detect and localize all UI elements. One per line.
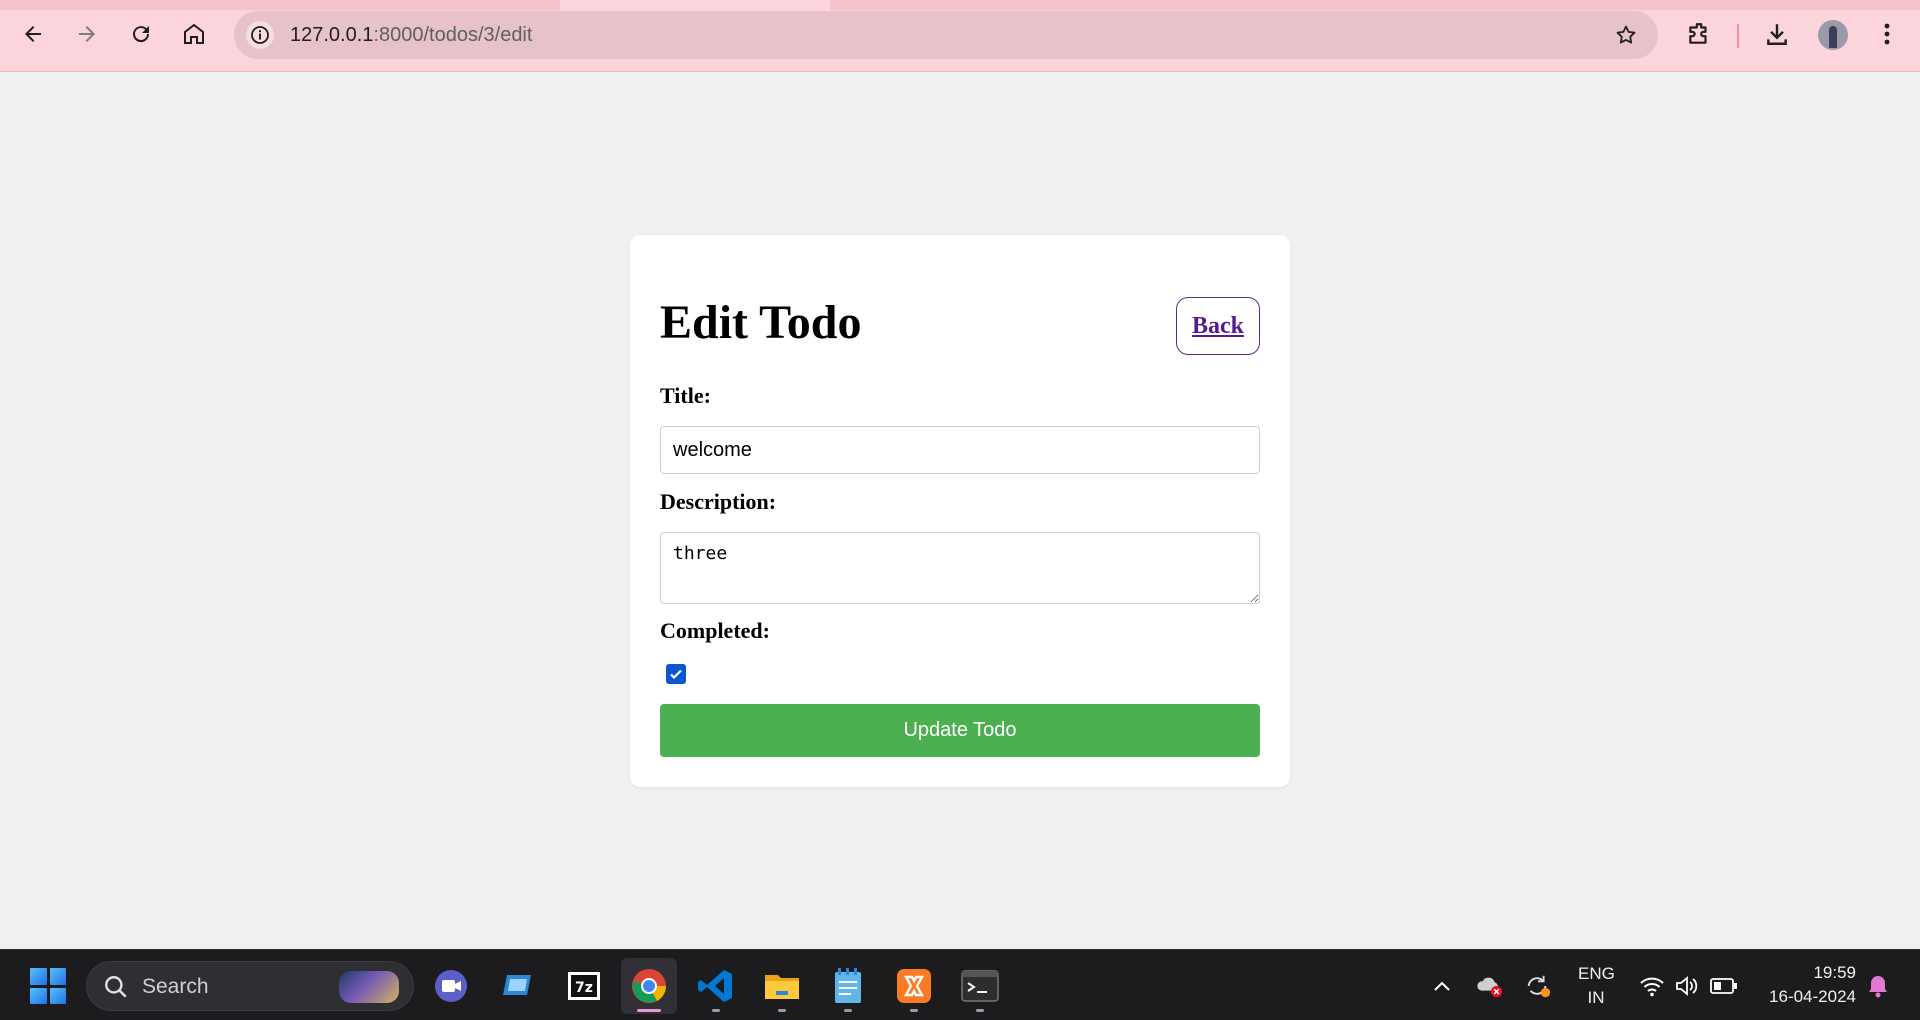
- site-info-icon[interactable]: [246, 21, 274, 49]
- completed-label: Completed:: [660, 618, 770, 643]
- terminal-icon[interactable]: [952, 958, 1008, 1014]
- 7zip-icon[interactable]: 7z: [556, 958, 612, 1014]
- url-host: 127.0.0.1: [290, 24, 374, 46]
- title-input[interactable]: [660, 426, 1260, 474]
- active-tab[interactable]: [560, 0, 830, 10]
- tab-strip: [0, 0, 1920, 10]
- language-region[interactable]: IN: [1578, 988, 1614, 1008]
- profile-avatar[interactable]: [1818, 20, 1848, 50]
- title-label: Title:: [660, 383, 711, 408]
- vscode-icon[interactable]: [688, 958, 744, 1014]
- chrome-icon[interactable]: [621, 958, 677, 1014]
- file-explorer-icon[interactable]: [754, 958, 810, 1014]
- bookmark-star-icon[interactable]: [1614, 23, 1638, 47]
- reload-icon[interactable]: [124, 17, 158, 51]
- xampp-icon[interactable]: [886, 958, 942, 1014]
- browser-toolbar: 127.0.0.1:8000/todos/3/edit: [0, 0, 1920, 72]
- teams-icon[interactable]: [423, 958, 479, 1014]
- url-text[interactable]: 127.0.0.1:8000/todos/3/edit: [290, 24, 532, 47]
- windows-start-icon[interactable]: [30, 968, 66, 1004]
- description-label: Description:: [660, 489, 777, 514]
- description-textarea[interactable]: three: [660, 532, 1260, 604]
- search-highlight-image: [339, 971, 399, 1003]
- sync-icon[interactable]: [1524, 972, 1552, 1000]
- update-todo-button[interactable]: Update Todo: [660, 704, 1260, 757]
- toolbar-divider: [1737, 24, 1739, 48]
- battery-icon[interactable]: [1710, 972, 1738, 1000]
- search-icon: [105, 976, 127, 998]
- svg-text:7z: 7z: [575, 980, 593, 996]
- page-title: Edit Todo: [660, 296, 862, 349]
- url-path: :8000/todos/3/edit: [373, 24, 533, 46]
- chevron-up-icon[interactable]: [1428, 972, 1456, 1000]
- kebab-menu-icon[interactable]: [1872, 19, 1902, 49]
- windows-taskbar: Search 7z ENG IN 19:59 16-04-2024: [0, 949, 1920, 1020]
- onedrive-error-icon[interactable]: [1476, 972, 1504, 1000]
- forward-arrow-icon[interactable]: [70, 17, 104, 51]
- notification-bell-icon[interactable]: [1864, 972, 1892, 1000]
- extensions-icon[interactable]: [1684, 19, 1714, 49]
- download-icon[interactable]: [1762, 19, 1792, 49]
- taskbar-search[interactable]: Search: [86, 961, 414, 1011]
- edit-todo-card: Edit Todo Back Title: Description: three…: [630, 235, 1290, 787]
- volume-icon[interactable]: [1674, 972, 1702, 1000]
- remote-desktop-icon[interactable]: [490, 958, 546, 1014]
- clock-time[interactable]: 19:59: [1756, 963, 1856, 983]
- search-label: Search: [142, 975, 209, 998]
- address-bar[interactable]: 127.0.0.1:8000/todos/3/edit: [234, 11, 1658, 59]
- completed-checkbox[interactable]: [666, 664, 686, 684]
- language-code[interactable]: ENG: [1578, 964, 1615, 984]
- back-arrow-icon[interactable]: [16, 17, 50, 51]
- checkmark-icon: [670, 669, 682, 680]
- back-button[interactable]: Back: [1176, 297, 1260, 355]
- home-icon[interactable]: [177, 17, 211, 51]
- wifi-icon[interactable]: [1638, 972, 1666, 1000]
- clock-date[interactable]: 16-04-2024: [1756, 987, 1856, 1007]
- notepad-icon[interactable]: [820, 958, 876, 1014]
